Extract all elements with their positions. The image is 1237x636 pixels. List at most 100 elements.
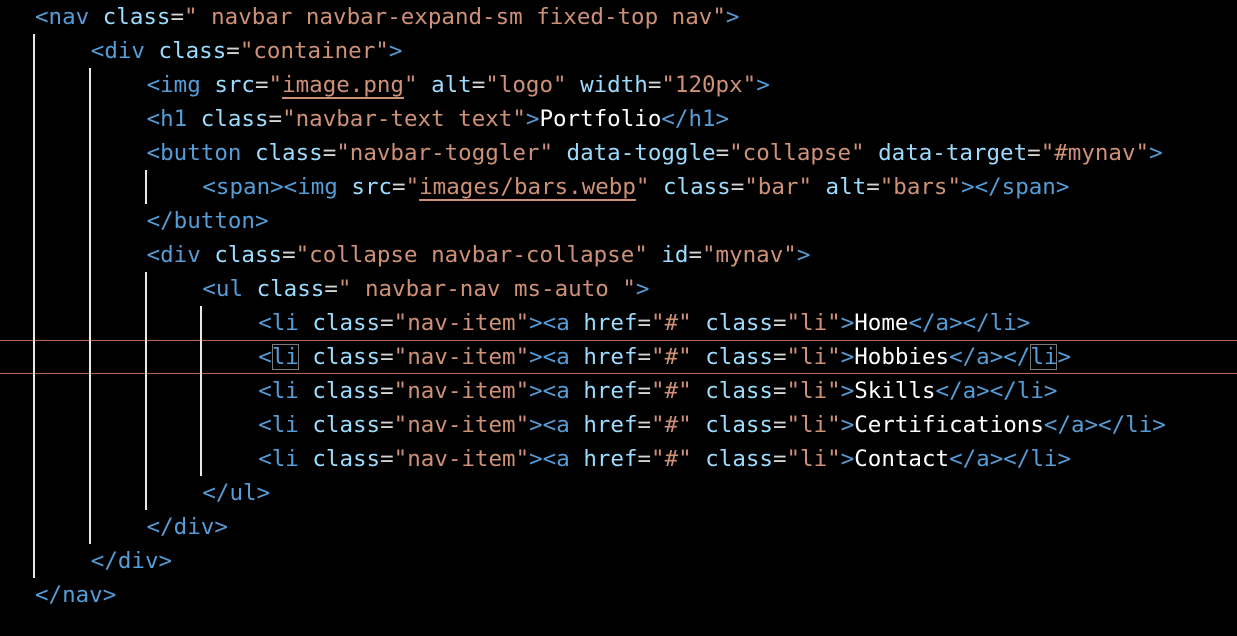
code-token: <li (258, 412, 313, 438)
code-token: > (840, 344, 855, 370)
code-token: > (1149, 140, 1163, 166)
code-token: = (637, 344, 652, 370)
code-token: "#" (651, 446, 692, 472)
code-token: </ul> (202, 480, 271, 506)
code-token: " (403, 72, 418, 98)
code-token: class (312, 412, 381, 438)
code-token: href (583, 378, 638, 404)
code-token: "bars" (879, 174, 962, 200)
code-token: "navbar-text text" (282, 106, 526, 132)
code-token: " navbar-nav ms-auto " (337, 276, 636, 302)
code-token: = (772, 446, 787, 472)
code-token: = (380, 378, 394, 404)
code-token: "container" (239, 38, 389, 64)
code-token: > (388, 38, 403, 64)
code-token: = (322, 140, 337, 166)
code-token: = (637, 446, 652, 472)
code-token: <img (283, 174, 352, 200)
code-token: "collapse navbar-collapse" (295, 242, 648, 268)
code-token: </a> (949, 344, 1004, 370)
code-token: class (102, 4, 171, 30)
code-token: class (705, 344, 773, 370)
code-token: <ul (202, 276, 257, 302)
code-token: <a (542, 446, 584, 472)
code-token: "#mynav" (1040, 140, 1150, 166)
code-token: "nav-item" (393, 344, 530, 370)
code-token: li (1030, 344, 1058, 370)
code-token: href (583, 446, 638, 472)
code-line[interactable]: <li class="nav-item"><a href="#" class="… (0, 340, 1237, 374)
code-token: href (583, 344, 638, 370)
code-token: <div (90, 38, 159, 64)
code-token: href (583, 310, 638, 336)
code-token: <nav (35, 4, 103, 30)
code-token: src (351, 174, 393, 200)
code-text: Hobbies (854, 344, 950, 370)
code-token: </button> (146, 208, 269, 234)
code-token: = (715, 140, 730, 166)
code-token: "bar" (744, 174, 812, 200)
code-editor[interactable]: <nav class=" navbar navbar-expand-sm fix… (0, 0, 1237, 636)
code-token: <h1 (146, 106, 201, 132)
code-token: </li> (989, 378, 1058, 404)
code-token: " (635, 174, 650, 200)
code-token: class (254, 140, 323, 166)
code-token: </li> (1098, 412, 1166, 438)
code-token: id (661, 242, 689, 268)
code-token: </li> (1003, 446, 1071, 472)
code-token: = (226, 38, 240, 64)
code-text: Contact (854, 446, 950, 472)
code-token: class (312, 446, 381, 472)
indent-guide (33, 34, 35, 578)
code-token: > (529, 446, 543, 472)
code-token: = (730, 174, 745, 200)
code-token: alt (825, 174, 867, 200)
code-token: = (268, 106, 283, 132)
code-token: "collapse" (729, 140, 865, 166)
code-token: "#" (651, 412, 692, 438)
code-token: <span> (202, 174, 284, 200)
code-token: = (471, 72, 486, 98)
code-token: "nav-item" (393, 378, 530, 404)
code-text: Skills (854, 378, 936, 404)
code-token: "logo" (485, 72, 567, 98)
code-token: > (796, 242, 811, 268)
code-token: = (324, 276, 338, 302)
code-token: "mynav" (702, 242, 797, 268)
code-token: > (529, 378, 543, 404)
code-token: image.png (282, 72, 404, 98)
code-token: = (170, 4, 185, 30)
code-token: class (312, 344, 381, 370)
code-token: </h1> (661, 106, 730, 132)
code-token: </nav> (35, 582, 117, 608)
code-token: > (529, 412, 543, 438)
code-token: > (525, 106, 540, 132)
code-token: < (258, 344, 272, 370)
code-token: </div> (146, 514, 228, 540)
code-token: <a (542, 310, 584, 336)
code-text: Home (854, 310, 909, 336)
code-token: "li" (786, 344, 841, 370)
code-token: class (705, 412, 773, 438)
code-token: <button (146, 140, 255, 166)
code-token: class (312, 310, 381, 336)
code-text: Certifications (854, 412, 1044, 438)
code-token: </li> (962, 310, 1031, 336)
code-token: "nav-item" (393, 446, 530, 472)
code-token: "navbar-toggler" (336, 140, 553, 166)
indent-guide (89, 68, 91, 544)
code-token: > (725, 4, 740, 30)
code-token: "nav-item" (393, 412, 530, 438)
code-token: <div (146, 242, 215, 268)
code-token: </div> (90, 548, 173, 574)
code-token: > (840, 446, 855, 472)
code-token: = (637, 378, 652, 404)
code-token: class (705, 378, 773, 404)
